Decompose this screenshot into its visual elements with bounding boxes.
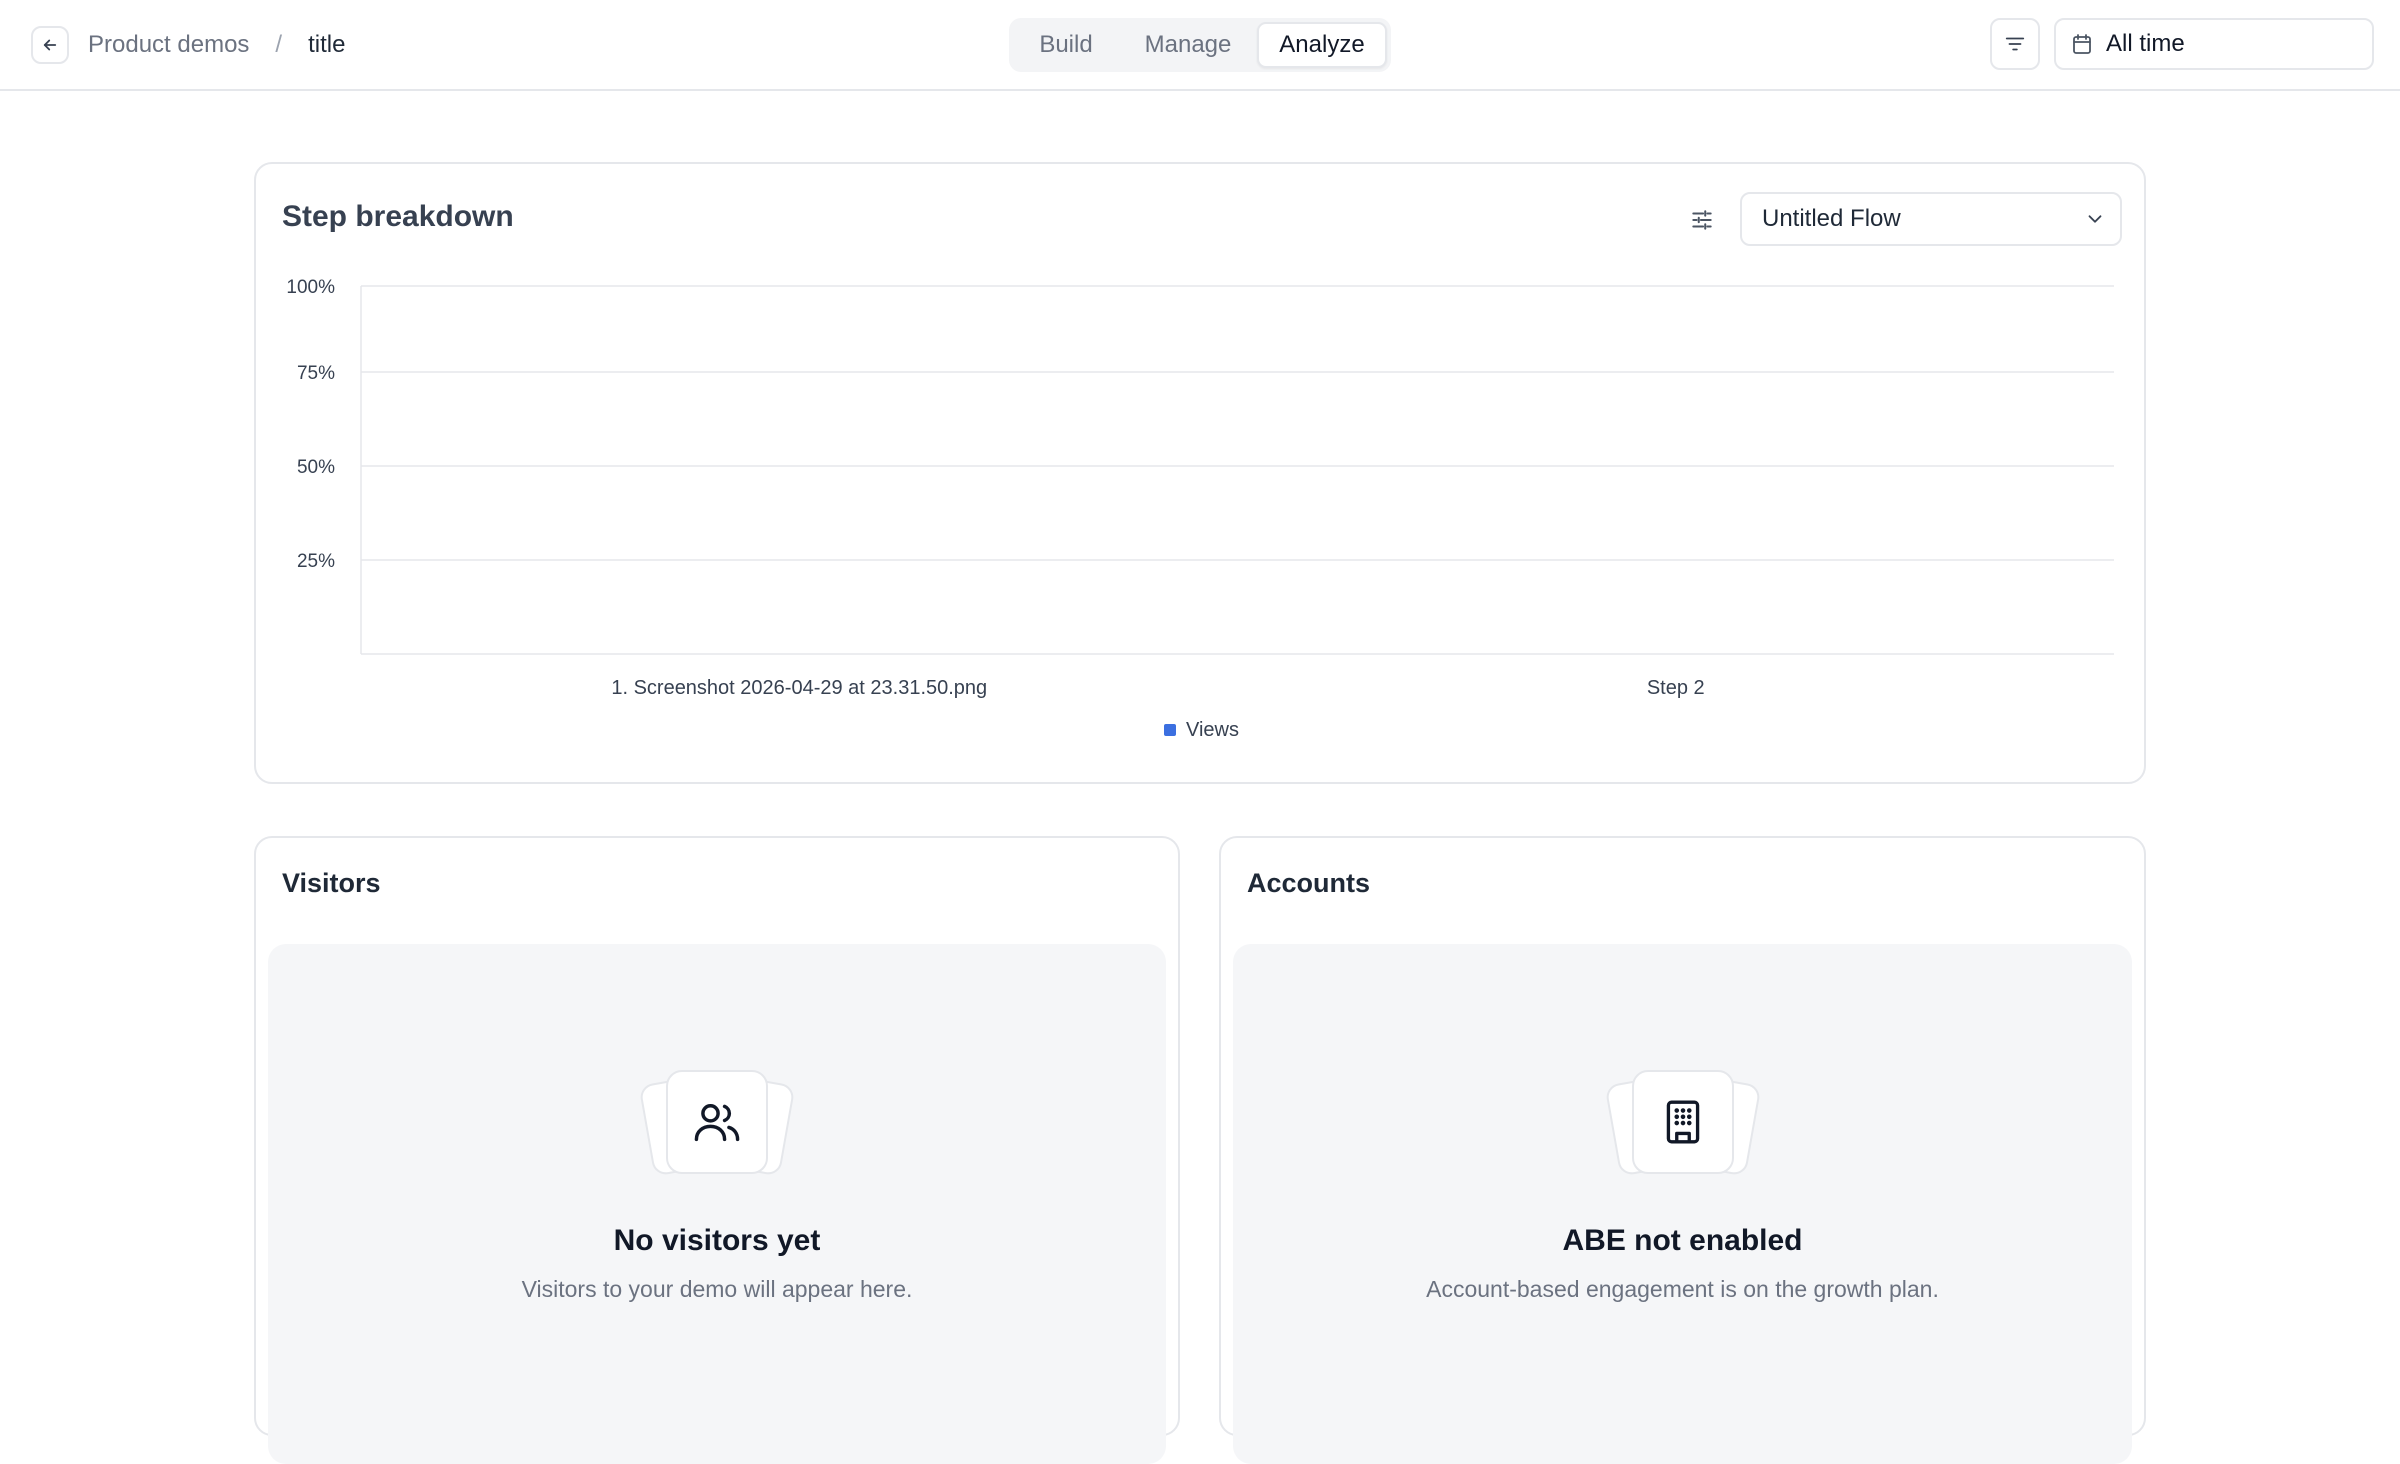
accounts-card: Accounts ABE not enabled Account-based e… xyxy=(1219,836,2146,1464)
breadcrumb-current: title xyxy=(308,31,346,58)
breadcrumb-separator: / xyxy=(275,31,283,58)
visitors-empty-state: No visitors yet Visitors to your demo wi… xyxy=(268,944,1166,1464)
filter-button[interactable] xyxy=(1990,18,2040,70)
filter-lines-icon xyxy=(2004,33,2026,55)
date-range-button[interactable]: All time xyxy=(2054,18,2374,70)
visitors-empty-heading: No visitors yet xyxy=(613,1224,821,1257)
visitors-empty-illustration xyxy=(638,1070,796,1177)
arrow-left-icon xyxy=(41,36,59,54)
accounts-empty-state: ABE not enabled Account-based engagement… xyxy=(1233,944,2132,1464)
chart-y-tick-label: 100% xyxy=(286,277,335,298)
legend-swatch-views xyxy=(1164,724,1176,736)
accounts-title: Accounts xyxy=(1247,868,1371,898)
calendar-icon xyxy=(2070,32,2094,56)
legend-label-views: Views xyxy=(1186,719,1239,741)
tab-manage[interactable]: Manage xyxy=(1119,22,1257,68)
visitors-title: Visitors xyxy=(282,868,381,898)
step-breakdown-chart: 100% 75% 50% 25% 1. Screenshot 2026-04-29 at… xyxy=(286,277,2114,741)
date-range-label: All time xyxy=(2106,30,2185,57)
view-tabs: Build Manage Analyze xyxy=(1009,18,1391,72)
building-icon xyxy=(1631,1070,1734,1174)
tab-build[interactable]: Build xyxy=(1013,22,1119,68)
chart-y-tick-label: 50% xyxy=(297,457,335,478)
chart-y-tick-label: 25% xyxy=(297,551,335,572)
chart-x-tick-label: 1. Screenshot 2026-04-29 at 23.31.50.png xyxy=(611,677,987,699)
chart-x-tick-label: Step 2 xyxy=(1647,677,1705,699)
tab-analyze[interactable]: Analyze xyxy=(1257,22,1387,68)
top-bar: Product demos / title Build Manage Analy… xyxy=(0,0,2400,91)
chart-y-tick-label: 75% xyxy=(297,363,335,384)
step-breakdown-card: Step breakdown Untitled Flow 100% 75% 50% 2… xyxy=(254,162,2146,784)
visitors-empty-text: Visitors to your demo will appear here. xyxy=(521,1276,913,1302)
visitors-card: Visitors No visitors yet Visitors to you… xyxy=(254,836,1180,1464)
back-button[interactable] xyxy=(31,26,69,64)
accounts-empty-text: Account-based engagement is on the growt… xyxy=(1426,1276,1939,1302)
breadcrumb-parent-link[interactable]: Product demos xyxy=(88,31,249,59)
breadcrumb: Product demos / title xyxy=(88,26,345,64)
accounts-empty-illustration xyxy=(1603,1070,1762,1177)
users-icon xyxy=(666,1070,768,1174)
accounts-empty-heading: ABE not enabled xyxy=(1562,1224,1803,1257)
